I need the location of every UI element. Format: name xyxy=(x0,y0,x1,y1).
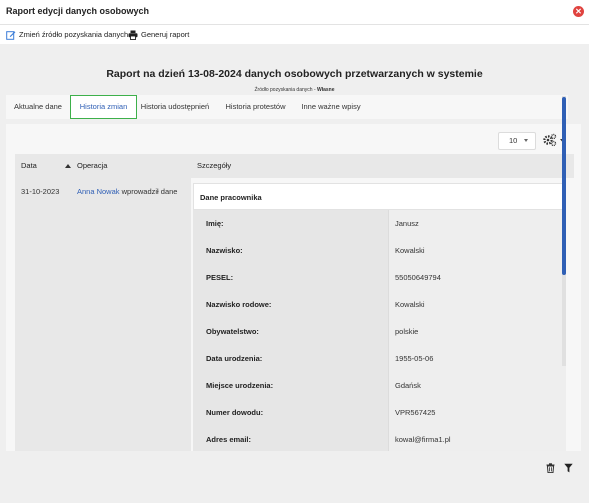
detail-label: Miejsce urodzenia: xyxy=(193,372,388,399)
print-icon xyxy=(128,30,138,40)
detail-value: Kowalski xyxy=(388,237,566,264)
report-dialog: Raport edycji danych osobowych ✕ Zmień ź… xyxy=(0,0,589,503)
detail-value: Kowalski xyxy=(388,291,566,318)
details-table: Dane pracownika Imię: Janusz Nazwisko: K… xyxy=(193,183,566,451)
user-link[interactable]: Anna Nowak xyxy=(77,187,120,196)
detail-value: Janusz xyxy=(388,210,566,237)
close-icon[interactable]: ✕ xyxy=(573,6,584,17)
detail-label: Adres email: xyxy=(193,426,388,451)
data-source-value: Własne xyxy=(317,87,335,93)
detail-row: PESEL: 55050649794 xyxy=(193,264,566,291)
detail-label: Imię: xyxy=(193,210,388,237)
generate-report-label: Generuj raport xyxy=(141,30,190,39)
tab-protest-history[interactable]: Historia protestów xyxy=(216,95,295,119)
data-source-label: Źródło pozyskania danych - xyxy=(254,87,318,93)
report-content: Raport na dzień 13-08-2024 danych osobow… xyxy=(0,44,589,503)
details-section-title: Dane pracownika xyxy=(193,183,566,210)
chevron-down-icon xyxy=(524,139,528,142)
edit-icon xyxy=(6,30,16,40)
details-scrollbar-thumb[interactable] xyxy=(562,97,566,275)
column-header-operation[interactable]: Operacja xyxy=(77,154,107,178)
detail-row: Numer dowodu: VPR567425 xyxy=(193,399,566,426)
tab-other-entries[interactable]: Inne ważne wpisy xyxy=(295,95,367,119)
table-row: 31-10-2023 Anna Nowak wprowadził dane xyxy=(15,178,191,451)
trash-icon[interactable] xyxy=(546,463,555,473)
detail-row: Adres email: kowal@firma1.pl xyxy=(193,426,566,451)
column-header-date[interactable]: Data xyxy=(21,154,37,178)
detail-label: PESEL: xyxy=(193,264,388,291)
detail-row: Obywatelstwo: polskie xyxy=(193,318,566,345)
row-date: 31-10-2023 xyxy=(21,187,60,196)
detail-label: Numer dowodu: xyxy=(193,399,388,426)
sort-ascending-icon[interactable] xyxy=(65,164,71,168)
detail-value: 55050649794 xyxy=(388,264,566,291)
filter-icon[interactable] xyxy=(564,463,573,473)
detail-row: Nazwisko rodowe: Kowalski xyxy=(193,291,566,318)
tab-current-data[interactable]: Aktualne dane xyxy=(6,95,70,119)
dialog-title: Raport edycji danych osobowych xyxy=(6,6,150,16)
detail-value: Gdańsk xyxy=(388,372,566,399)
operation-text: wprowadził dane xyxy=(119,187,178,196)
change-source-label: Zmień źródło pozyskania danych xyxy=(19,30,129,39)
page-size-value: 10 xyxy=(509,136,518,145)
detail-label: Nazwisko: xyxy=(193,237,388,264)
column-header-details[interactable]: Szczegóły xyxy=(197,154,231,178)
table-header: Data Operacja Szczegóły xyxy=(15,154,574,178)
detail-row: Data urodzenia: 1955-05-06 xyxy=(193,345,566,372)
detail-label: Data urodzenia: xyxy=(193,345,388,372)
detail-row: Miejsce urodzenia: Gdańsk xyxy=(193,372,566,399)
detail-label: Nazwisko rodowe: xyxy=(193,291,388,318)
column-header-date-label: Data xyxy=(21,161,37,170)
report-title: Raport na dzień 13-08-2024 danych osobow… xyxy=(106,68,483,80)
tab-sharing-history[interactable]: Historia udostępnień xyxy=(137,95,213,119)
detail-value: 1955-05-06 xyxy=(388,345,566,372)
footer-actions xyxy=(546,463,573,473)
page-size-select[interactable]: 10 xyxy=(498,132,536,150)
detail-label: Obywatelstwo: xyxy=(193,318,388,345)
tab-change-history[interactable]: Historia zmian xyxy=(70,95,137,119)
detail-value: kowal@firma1.pl xyxy=(388,426,566,451)
title-bar: Raport edycji danych osobowych ✕ xyxy=(0,0,589,25)
report-tabs: Aktualne dane Historia zmian Historia ud… xyxy=(6,95,568,119)
detail-value: polskie xyxy=(388,318,566,345)
row-operation: Anna Nowak wprowadził dane xyxy=(77,187,177,196)
detail-row: Nazwisko: Kowalski xyxy=(193,237,566,264)
data-source-line: Źródło pozyskania danych - Własne xyxy=(0,87,589,93)
toolbar: Zmień źródło pozyskania danych Generuj r… xyxy=(0,25,589,44)
generate-report-button[interactable]: Generuj raport xyxy=(128,28,189,41)
change-source-button[interactable]: Zmień źródło pozyskania danych xyxy=(6,28,128,41)
detail-row: Imię: Janusz xyxy=(193,210,566,237)
history-panel: 10 Data Operacja Szczegóły 31-10-2023 An… xyxy=(6,124,581,451)
detail-value: VPR567425 xyxy=(388,399,566,426)
